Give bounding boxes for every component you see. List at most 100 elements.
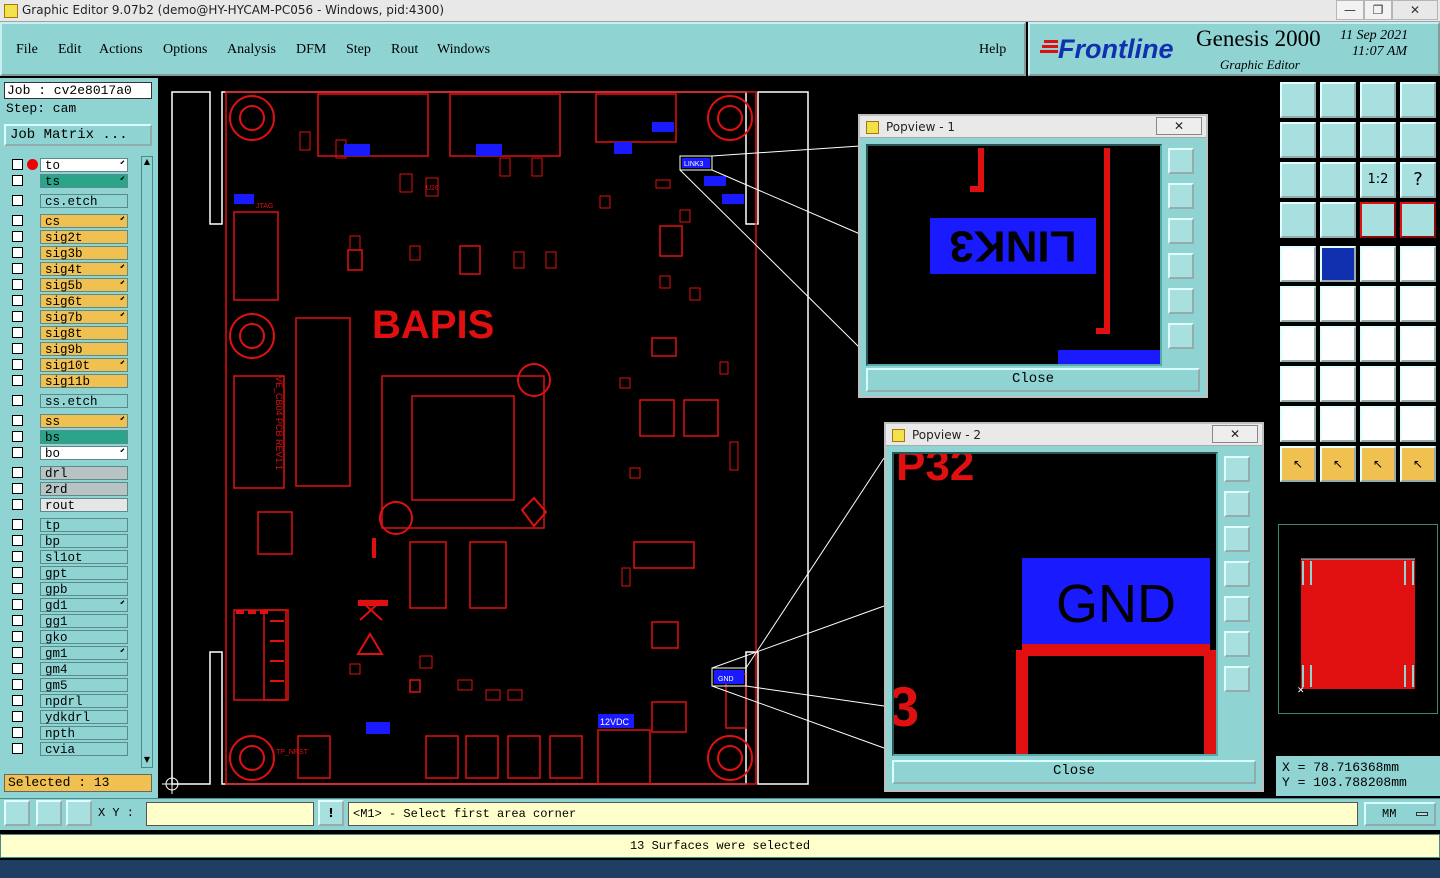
layer-name[interactable]: gm4 xyxy=(40,662,128,677)
layer-name[interactable]: npth xyxy=(40,726,128,741)
layer-row-cs[interactable]: cs ⬋ xyxy=(8,214,128,229)
layer-name[interactable]: gd1 xyxy=(40,598,128,613)
pv2-pan-right-icon[interactable] xyxy=(1224,596,1250,622)
pan-left-icon[interactable] xyxy=(1280,122,1316,158)
layer-checkbox[interactable] xyxy=(12,215,23,226)
pv2-pan-left-icon[interactable] xyxy=(1224,561,1250,587)
layer-row-sig11b[interactable]: sig11b xyxy=(8,374,128,389)
pv2-zoom-out-icon[interactable] xyxy=(1224,666,1250,692)
layer-name[interactable]: to xyxy=(40,158,128,173)
layer-name[interactable]: sl1ot xyxy=(40,550,128,565)
layer-name[interactable]: sig7b xyxy=(40,310,128,325)
layer-checkbox[interactable] xyxy=(12,535,23,546)
layer-checkbox[interactable] xyxy=(12,311,23,322)
layer-name[interactable]: rout xyxy=(40,498,128,513)
layer-row-sl1ot[interactable]: sl1ot xyxy=(8,550,128,565)
text-icon[interactable] xyxy=(1400,326,1436,362)
minimize-button[interactable]: — xyxy=(1336,0,1364,20)
pv1-pan-right-icon[interactable] xyxy=(1168,288,1194,314)
pan-right-icon[interactable] xyxy=(1320,122,1356,158)
popview-2-close-button[interactable]: Close xyxy=(892,760,1256,784)
pv2-pan-up-icon[interactable] xyxy=(1224,491,1250,517)
restore-button[interactable]: ❐ xyxy=(1364,0,1392,20)
layer-row-gg1[interactable]: gg1 xyxy=(8,614,128,629)
pointer-icon[interactable]: ↖ xyxy=(1280,446,1316,482)
layer-checkbox[interactable] xyxy=(12,431,23,442)
layer-checkbox[interactable] xyxy=(12,483,23,494)
layer-row-sig2t[interactable]: sig2t xyxy=(8,230,128,245)
line-icon[interactable] xyxy=(1360,286,1396,322)
overview-minimap[interactable]: ✕ xyxy=(1278,524,1438,714)
pv1-zoom-fit-icon[interactable] xyxy=(1168,148,1194,174)
layer-row-npth[interactable]: npth xyxy=(8,726,128,741)
swap-icon[interactable] xyxy=(1400,122,1436,158)
snap-icon[interactable] xyxy=(1320,202,1356,238)
layer-checkbox[interactable] xyxy=(12,195,23,206)
layer-row-sig4t[interactable]: sig4t ⬋ xyxy=(8,262,128,277)
layer-checkbox[interactable] xyxy=(12,395,23,406)
scroll-up-icon[interactable]: ▲ xyxy=(142,157,152,169)
layer-checkbox[interactable] xyxy=(12,551,23,562)
layer-name[interactable]: ss xyxy=(40,414,128,429)
layer-name[interactable]: sig3b xyxy=(40,246,128,261)
layer-row-npdrl[interactable]: npdrl xyxy=(8,694,128,709)
layer-row-drl[interactable]: drl xyxy=(8,466,128,481)
popview-2-view[interactable]: P32 3 GND xyxy=(892,452,1218,756)
layer-row-2rd[interactable]: 2rd xyxy=(8,482,128,497)
menu-dfm[interactable]: DFM xyxy=(296,42,326,58)
layer-checkbox[interactable] xyxy=(12,647,23,658)
layer-row-gm1[interactable]: gm1 ⬋ xyxy=(8,646,128,661)
menu-file[interactable]: File xyxy=(16,42,38,58)
layer-name[interactable]: ss.etch xyxy=(40,394,128,409)
pointer-net-icon[interactable]: ↖ xyxy=(1400,446,1436,482)
layer-checkbox[interactable] xyxy=(12,615,23,626)
layer-checkbox[interactable] xyxy=(12,567,23,578)
layer-checkbox[interactable] xyxy=(12,295,23,306)
fit-screen-icon[interactable] xyxy=(1280,162,1316,198)
xy-input[interactable] xyxy=(146,802,314,826)
pv1-pan-down-icon[interactable] xyxy=(1168,218,1194,244)
pointer-circle-icon[interactable]: ↖ xyxy=(1360,446,1396,482)
popview-1-close-button[interactable]: Close xyxy=(866,368,1200,392)
layer-name[interactable]: ydkdrl xyxy=(40,710,128,725)
layer-row-sig10t[interactable]: sig10t ⬋ xyxy=(8,358,128,373)
layer-checkbox[interactable] xyxy=(12,447,23,458)
layer-checkbox[interactable] xyxy=(12,175,23,186)
layer-name[interactable]: sig4t xyxy=(40,262,128,277)
layer-name[interactable]: cs xyxy=(40,214,128,229)
layer-checkbox[interactable] xyxy=(12,343,23,354)
layer-checkbox[interactable] xyxy=(12,631,23,642)
layer-checkbox[interactable] xyxy=(12,583,23,594)
layer-row-sig7b[interactable]: sig7b ⬋ xyxy=(8,310,128,325)
menu-actions[interactable]: Actions xyxy=(99,42,143,58)
layer-checkbox[interactable] xyxy=(12,499,23,510)
layer-row-gpb[interactable]: gpb xyxy=(8,582,128,597)
layer-row-ss[interactable]: ss ⬋ xyxy=(8,414,128,429)
popview-1-close-x[interactable]: ✕ xyxy=(1156,117,1202,135)
menu-edit[interactable]: Edit xyxy=(58,42,81,58)
layer-row-gm5[interactable]: gm5 xyxy=(8,678,128,693)
layer-name[interactable]: sig6t xyxy=(40,294,128,309)
layer-checkbox[interactable] xyxy=(12,663,23,674)
layer-checkbox[interactable] xyxy=(12,263,23,274)
menu-analysis[interactable]: Analysis xyxy=(227,42,276,58)
minus-icon[interactable] xyxy=(1320,366,1356,402)
layer-name[interactable]: sig11b xyxy=(40,374,128,389)
layer-row-bo[interactable]: bo ⬋ xyxy=(8,446,128,461)
layer-name[interactable]: sig9b xyxy=(40,342,128,357)
pv2-zoom-fit-icon[interactable] xyxy=(1224,456,1250,482)
home-view-icon[interactable] xyxy=(1360,82,1396,118)
layer-checkbox[interactable] xyxy=(12,679,23,690)
slash-icon[interactable] xyxy=(1320,326,1356,362)
dimension-icon[interactable] xyxy=(1360,366,1396,402)
menu-step[interactable]: Step xyxy=(346,42,371,58)
layer-name[interactable]: sig8t xyxy=(40,326,128,341)
layer-row-gpt[interactable]: gpt xyxy=(8,566,128,581)
pointer-box-icon[interactable]: ↖ xyxy=(1320,446,1356,482)
units-select[interactable]: MM xyxy=(1364,802,1436,826)
layer-checkbox[interactable] xyxy=(12,247,23,258)
layer-name[interactable]: npdrl xyxy=(40,694,128,709)
layer-name[interactable]: cs.etch xyxy=(40,194,128,209)
layer-checkbox[interactable] xyxy=(12,727,23,738)
pv2-pan-down-icon[interactable] xyxy=(1224,526,1250,552)
